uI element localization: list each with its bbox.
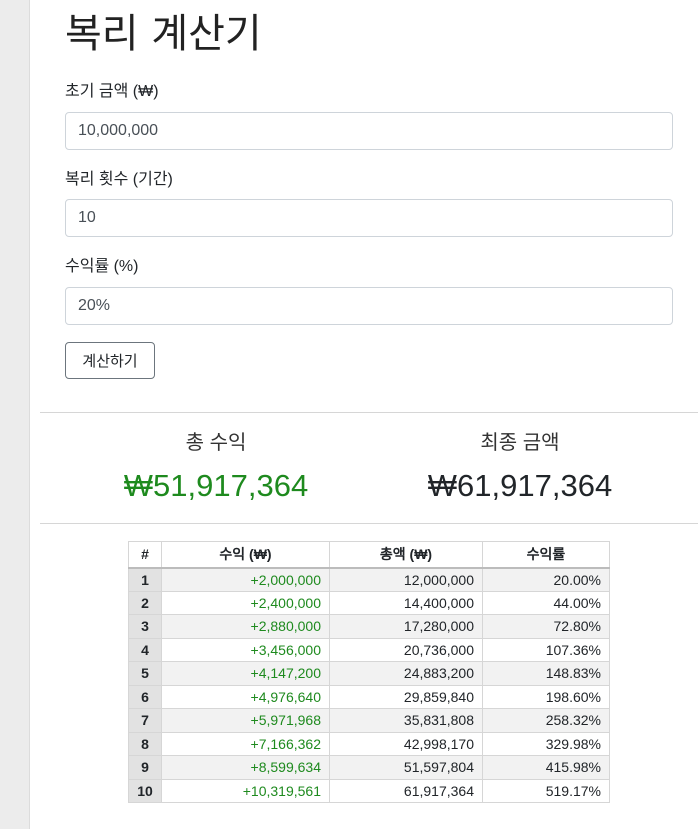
final-amount-label: 최종 금액 [480,432,560,454]
row-rate-cell: 72.80% [482,614,610,639]
table-row: 6 +4,976,640 29,859,840 198.60% [128,684,610,709]
page-title: 복리 계산기 [65,11,262,57]
table-row: 2 +2,400,000 14,400,000 44.00% [128,590,610,615]
divider-bottom [40,523,698,524]
total-profit-value: ₩51,917,364 [123,468,309,503]
header-profit: 수익 (₩) [161,541,330,569]
row-profit-cell: +10,319,561 [161,778,330,803]
table-row: 10 +10,319,561 61,917,364 519.17% [128,778,610,803]
row-rate-cell: 107.36% [482,637,610,662]
left-rail [0,0,30,829]
row-total-cell: 24,883,200 [329,661,483,686]
row-total-cell: 51,597,804 [329,755,483,780]
table-row: 8 +7,166,362 42,998,170 329.98% [128,731,610,756]
row-index-cell: 1 [128,567,162,592]
row-index-cell: 7 [128,708,162,733]
principal-input[interactable] [65,112,673,150]
row-profit-cell: +4,147,200 [161,661,330,686]
row-total-cell: 12,000,000 [329,567,483,592]
row-profit-cell: +4,976,640 [161,684,330,709]
rate-label: 수익률 (%) [65,258,139,275]
row-profit-cell: +3,456,000 [161,637,330,662]
row-rate-cell: 329.98% [482,731,610,756]
row-index-cell: 4 [128,637,162,662]
header-index: # [128,541,162,569]
principal-label: 초기 금액 (₩) [65,83,159,100]
rate-input[interactable] [65,287,673,325]
row-rate-cell: 148.83% [482,661,610,686]
table-row: 1 +2,000,000 12,000,000 20.00% [128,567,610,592]
table-row: 3 +2,880,000 17,280,000 72.80% [128,614,610,639]
periods-input[interactable] [65,199,673,237]
header-total: 총액 (₩) [329,541,483,569]
total-profit-summary: 총 수익 ₩51,917,364 [86,428,346,506]
table-row: 4 +3,456,000 20,736,000 107.36% [128,637,610,662]
row-index-cell: 9 [128,755,162,780]
row-index-cell: 8 [128,731,162,756]
row-profit-cell: +5,971,968 [161,708,330,733]
row-index-cell: 5 [128,661,162,686]
divider-top [40,412,698,413]
final-amount-value: ₩61,917,364 [427,468,613,503]
row-total-cell: 29,859,840 [329,684,483,709]
row-rate-cell: 519.17% [482,778,610,803]
row-profit-cell: +8,599,634 [161,755,330,780]
row-total-cell: 35,831,808 [329,708,483,733]
row-total-cell: 20,736,000 [329,637,483,662]
table-row: 7 +5,971,968 35,831,808 258.32% [128,708,610,733]
periods-label: 복리 횟수 (기간) [65,171,173,188]
row-rate-cell: 198.60% [482,684,610,709]
row-total-cell: 14,400,000 [329,590,483,615]
row-index-cell: 2 [128,590,162,615]
table-row: 9 +8,599,634 51,597,804 415.98% [128,755,610,780]
table-header-row: # 수익 (₩) 총액 (₩) 수익률 [128,541,610,569]
row-total-cell: 61,917,364 [329,778,483,803]
row-rate-cell: 44.00% [482,590,610,615]
row-index-cell: 6 [128,684,162,709]
row-profit-cell: +2,400,000 [161,590,330,615]
header-rate: 수익률 [482,541,610,569]
row-rate-cell: 415.98% [482,755,610,780]
row-rate-cell: 258.32% [482,708,610,733]
row-total-cell: 17,280,000 [329,614,483,639]
total-profit-label: 총 수익 [185,432,247,454]
row-index-cell: 3 [128,614,162,639]
row-index-cell: 10 [128,778,162,803]
row-rate-cell: 20.00% [482,567,610,592]
final-amount-summary: 최종 금액 ₩61,917,364 [390,428,650,506]
row-profit-cell: +2,880,000 [161,614,330,639]
calculate-button[interactable]: 계산하기 [65,342,155,379]
row-profit-cell: +7,166,362 [161,731,330,756]
row-total-cell: 42,998,170 [329,731,483,756]
table-row: 5 +4,147,200 24,883,200 148.83% [128,661,610,686]
results-table: # 수익 (₩) 총액 (₩) 수익률 1 +2,000,000 12,000,00… [128,541,610,803]
row-profit-cell: +2,000,000 [161,567,330,592]
